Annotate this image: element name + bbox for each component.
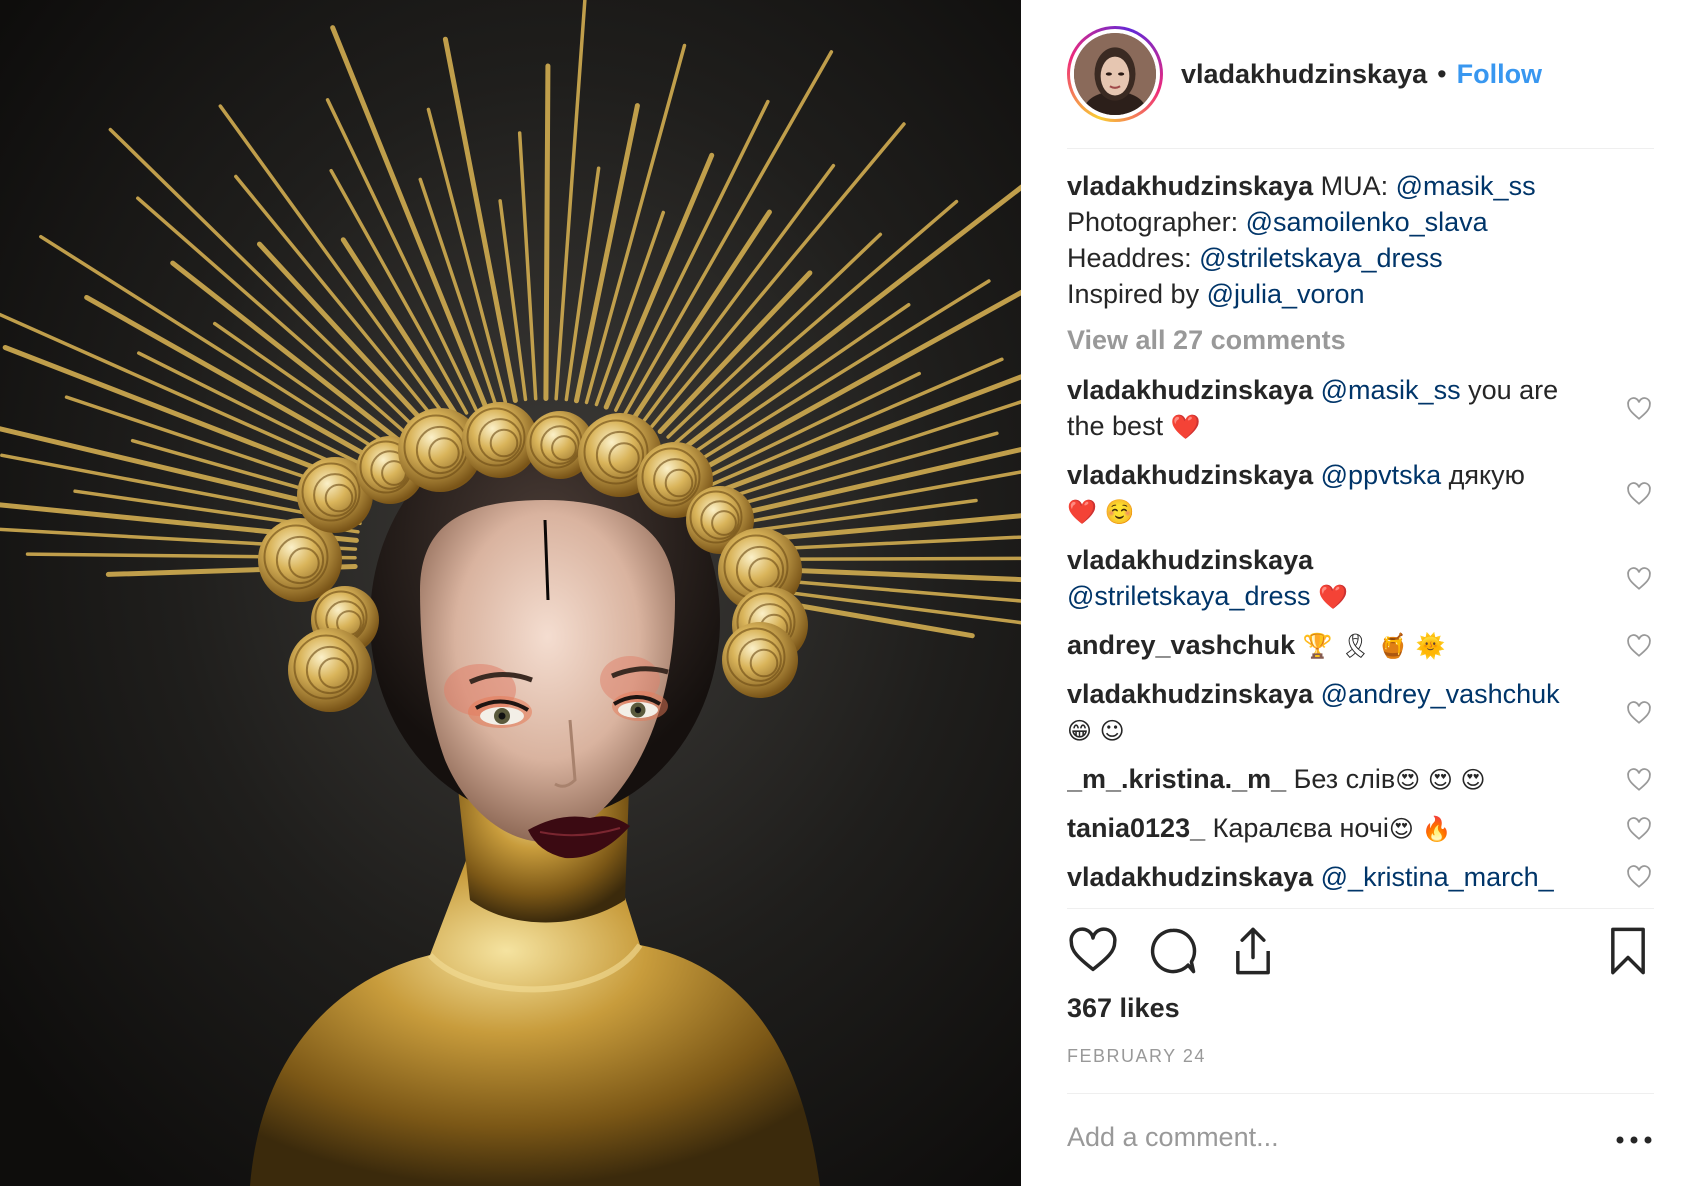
comment-username[interactable]: vladakhudzinskaya xyxy=(1067,862,1313,892)
comment-username[interactable]: _m_.kristina._m_ xyxy=(1067,764,1286,794)
comment-item: tania0123_ Каралєва ночі😍 🔥 xyxy=(1067,810,1654,847)
crown-rose xyxy=(288,628,372,712)
crown-spike xyxy=(543,63,551,402)
caption-text: MUA: xyxy=(1313,171,1396,201)
comment-emoji: ❤️ ☺️ xyxy=(1067,498,1135,526)
comment-username[interactable]: vladakhudzinskaya xyxy=(1067,460,1313,490)
comment-emoji: 🏆 🎗 🍯 🌞 xyxy=(1302,632,1446,660)
comment-username[interactable]: vladakhudzinskaya xyxy=(1067,545,1313,575)
comment-username[interactable]: vladakhudzinskaya xyxy=(1067,679,1313,709)
comment-emoji: 😍 🔥 xyxy=(1388,815,1452,843)
date-divider xyxy=(1067,1093,1654,1094)
bookmark-icon[interactable] xyxy=(1602,925,1654,977)
comment-emoji: 😍 😍 😍 xyxy=(1395,766,1486,794)
comment-like-heart-icon[interactable] xyxy=(1626,816,1652,842)
caption-text: Photographer: xyxy=(1067,207,1246,237)
comment-like-heart-icon[interactable] xyxy=(1626,566,1652,592)
view-all-comments-link[interactable]: View all 27 comments xyxy=(1067,322,1654,358)
comment-text: Без слів xyxy=(1286,764,1396,794)
post-details-panel: vladakhudzinskaya • Follow vladakhudzins… xyxy=(1021,0,1684,1186)
caption-mention[interactable]: @masik_ss xyxy=(1396,171,1536,201)
add-comment-input[interactable] xyxy=(1067,1122,1567,1153)
post-author-username[interactable]: vladakhudzinskaya xyxy=(1181,59,1427,90)
comment-emoji: ❤️ xyxy=(1170,413,1201,441)
avatar-image xyxy=(1074,33,1156,115)
comment-mention[interactable]: @andrey_vashchuk xyxy=(1321,679,1560,709)
comment-like-heart-icon[interactable] xyxy=(1626,396,1652,422)
comment-item: vladakhudzinskaya @ppvtska дякую ❤️ ☺️ xyxy=(1067,457,1654,530)
comment-text: Каралєва ночі xyxy=(1205,813,1389,843)
comment-like-heart-icon[interactable] xyxy=(1626,633,1652,659)
comment-item: andrey_vashchuk 🏆 🎗 🍯 🌞 xyxy=(1067,627,1654,664)
post-actions-bar xyxy=(1067,925,1654,985)
comment-item: vladakhudzinskaya @andrey_vashchuk 😁 ☺ xyxy=(1067,676,1654,749)
share-icon[interactable] xyxy=(1227,925,1279,977)
comment-like-heart-icon[interactable] xyxy=(1626,481,1652,507)
comment-like-heart-icon[interactable] xyxy=(1626,700,1652,726)
comment-text xyxy=(1311,581,1319,611)
comment-item: vladakhudzinskaya @striletskaya_dress ❤️ xyxy=(1067,542,1654,615)
follow-button[interactable]: Follow xyxy=(1457,59,1542,90)
post-caption: vladakhudzinskaya MUA: @masik_ss Photogr… xyxy=(1067,168,1654,312)
caption-mention[interactable]: @samoilenko_slava xyxy=(1246,207,1488,237)
post-photo[interactable] xyxy=(0,0,1021,1186)
portrait-image xyxy=(0,0,1021,1186)
post-date[interactable]: FEBRUARY 24 xyxy=(1067,1046,1206,1067)
comment-like-heart-icon[interactable] xyxy=(1626,767,1652,793)
comment-username[interactable]: andrey_vashchuk xyxy=(1067,630,1295,660)
comment-username[interactable]: vladakhudzinskaya xyxy=(1067,375,1313,405)
more-dots-icon[interactable] xyxy=(1614,1128,1654,1152)
comment-item: vladakhudzinskaya @_kristina_march_ xyxy=(1067,859,1654,895)
comments-list[interactable]: vladakhudzinskaya MUA: @masik_ss Photogr… xyxy=(1067,168,1654,906)
comments-divider xyxy=(1067,908,1654,909)
comment-text xyxy=(1295,630,1303,660)
comment-text: дякую xyxy=(1441,460,1525,490)
comment-mention[interactable]: @masik_ss xyxy=(1321,375,1461,405)
comment-emoji: 😁 ☺ xyxy=(1067,717,1125,745)
crown-rose xyxy=(722,622,798,698)
separator-dot: • xyxy=(1437,58,1447,89)
caption-text: Inspired by xyxy=(1067,279,1207,309)
comment-item: vladakhudzinskaya @masik_ss you are the … xyxy=(1067,372,1654,445)
header-divider xyxy=(1067,148,1654,149)
post-header: vladakhudzinskaya • Follow xyxy=(1067,20,1654,128)
heart-icon[interactable] xyxy=(1067,925,1119,977)
caption-mention[interactable]: @julia_voron xyxy=(1207,279,1365,309)
caption-mention[interactable]: @striletskaya_dress xyxy=(1199,243,1443,273)
caption-username[interactable]: vladakhudzinskaya xyxy=(1067,171,1313,201)
comment-item: _m_.kristina._m_ Без слів😍 😍 😍 xyxy=(1067,761,1654,798)
comment-like-heart-icon[interactable] xyxy=(1626,864,1652,890)
comment-bubble-icon[interactable] xyxy=(1147,925,1199,977)
likes-count[interactable]: 367 likes xyxy=(1067,993,1180,1024)
comment-mention[interactable]: @ppvtska xyxy=(1321,460,1441,490)
comment-emoji: ❤️ xyxy=(1318,583,1348,611)
caption-text: Headdres: xyxy=(1067,243,1200,273)
comment-mention[interactable]: @striletskaya_dress xyxy=(1067,581,1311,611)
comment-mention[interactable]: @_kristina_march_ xyxy=(1321,862,1554,892)
comment-username[interactable]: tania0123_ xyxy=(1067,813,1205,843)
avatar[interactable] xyxy=(1067,26,1163,122)
